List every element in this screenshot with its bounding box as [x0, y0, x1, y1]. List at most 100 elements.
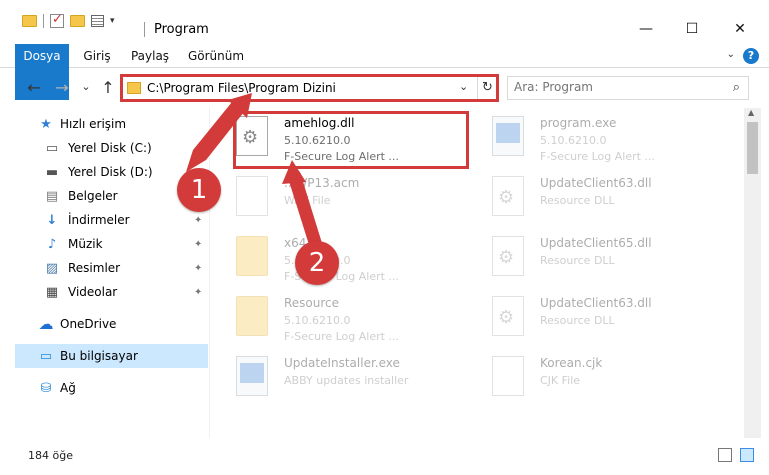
tab-view[interactable]: Görünüm — [186, 44, 246, 68]
star-icon: ★ — [40, 116, 52, 132]
back-button[interactable]: ← — [24, 78, 44, 97]
folder-item[interactable]: Resource 5.10.6210.0 F-Secure Log Alert … — [212, 292, 452, 348]
expand-ribbon-icon[interactable]: ⌄ — [727, 49, 735, 60]
sidebar-item-network[interactable]: ⛁ Ağ — [0, 376, 208, 400]
properties-check-icon[interactable] — [50, 12, 64, 28]
file-item[interactable]: ...WP13.acm WAV File — [212, 172, 452, 228]
file-name: Resource — [284, 296, 340, 310]
sidebar-item-label: Hızlı erişim — [60, 117, 127, 131]
file-highlight — [233, 111, 469, 169]
scroll-up-icon[interactable]: ▲ — [748, 108, 754, 117]
pin-icon[interactable]: ✦ — [194, 143, 202, 154]
navigation-pane: ★ Hızlı erişim ▭ Yerel Disk (C:) ✦ ▬ Yer… — [0, 108, 210, 438]
folder-icon — [22, 15, 37, 27]
file-name: ...WP13.acm — [284, 176, 360, 190]
file-item[interactable]: program.exe 5.10.6210.0 F-Secure Log Ale… — [468, 112, 708, 168]
videos-icon: ▦ — [45, 284, 59, 300]
search-icon[interactable]: ⌕ — [733, 80, 740, 95]
search-input[interactable] — [514, 80, 714, 94]
sidebar-item-label: OneDrive — [60, 317, 117, 331]
file-version: 5.10.6210.0 — [284, 314, 351, 327]
search-box[interactable]: ⌕ — [507, 76, 749, 100]
sidebar-item-label: Yerel Disk (C:) — [68, 141, 152, 155]
sidebar-item-label: Videolar — [68, 285, 118, 299]
sidebar-item-label: Ağ — [60, 381, 76, 395]
maximize-button[interactable]: ☐ — [669, 14, 715, 44]
title-bar: ▾ Program — ☐ ✕ — [0, 0, 769, 44]
file-item[interactable]: Korean.cjk CJK File — [468, 352, 708, 408]
dll-file-icon — [492, 296, 524, 336]
drive-icon: ▭ — [45, 140, 59, 156]
up-button[interactable]: ↑ — [98, 78, 118, 97]
file-name: UpdateClient63.dll — [540, 296, 652, 310]
pane-divider[interactable] — [209, 108, 210, 438]
network-icon: ⛁ — [40, 380, 52, 396]
sidebar-item-local-disk-d[interactable]: ▬ Yerel Disk (D:) — [0, 160, 208, 184]
pin-icon[interactable]: ✦ — [194, 239, 202, 250]
pin-icon[interactable]: ✦ — [194, 287, 202, 298]
close-button[interactable]: ✕ — [717, 14, 763, 44]
file-item[interactable]: UpdateInstaller.exe ABBY updates install… — [212, 352, 452, 408]
tab-home[interactable]: Giriş — [78, 44, 116, 68]
pin-icon[interactable]: ✦ — [194, 215, 202, 226]
computer-icon: ▭ — [39, 348, 53, 364]
generic-file-icon — [492, 356, 524, 396]
separator — [144, 22, 145, 37]
sidebar-item-music[interactable]: ♪ Müzik ✦ — [0, 232, 208, 256]
ribbon-tabs: Dosya Giriş Paylaş Görünüm ⌄ ? — [0, 44, 769, 100]
generic-file-icon — [236, 176, 268, 216]
exe-file-icon — [492, 116, 524, 156]
sidebar-item-local-disk-c[interactable]: ▭ Yerel Disk (C:) ✦ — [0, 136, 208, 160]
file-item[interactable]: UpdateClient63.dll Resource DLL — [468, 172, 708, 228]
quick-access-toolbar: ▾ — [22, 12, 115, 28]
exe-file-icon — [236, 356, 268, 396]
recent-locations-button[interactable]: ⌄ — [76, 80, 96, 93]
file-description: F-Secure Log Alert ... — [284, 330, 399, 343]
file-type: Resource DLL — [540, 254, 615, 267]
pin-icon[interactable]: ✦ — [194, 263, 202, 274]
music-icon: ♪ — [47, 236, 57, 252]
sidebar-item-label: Resimler — [68, 261, 121, 275]
tiles-view-icon[interactable] — [740, 448, 754, 462]
step-badge-2: 2 — [295, 241, 339, 285]
file-version: 5.10.6210.0 — [540, 134, 607, 147]
address-bar-highlight — [120, 74, 499, 102]
forward-button[interactable]: → — [52, 78, 72, 97]
cloud-icon: ☁ — [38, 315, 54, 333]
file-item[interactable]: UpdateClient65.dll Resource DLL — [468, 232, 708, 288]
details-view-icon[interactable] — [718, 448, 732, 462]
pictures-icon: ▨ — [45, 260, 59, 276]
sidebar-item-pictures[interactable]: ▨ Resimler ✦ — [0, 256, 208, 280]
scrollbar-thumb[interactable] — [747, 122, 758, 174]
sidebar-item-onedrive[interactable]: ☁ OneDrive — [0, 312, 208, 336]
sidebar-item-label: Bu bilgisayar — [60, 349, 138, 363]
vertical-scrollbar[interactable]: ▲ — [744, 108, 761, 438]
sidebar-item-label: Yerel Disk (D:) — [68, 165, 153, 179]
minimize-button[interactable]: — — [623, 14, 669, 44]
sidebar-item-quick-access[interactable]: ★ Hızlı erişim — [0, 112, 208, 136]
sidebar-item-this-pc[interactable]: ▭ Bu bilgisayar — [15, 344, 208, 368]
sidebar-item-videos[interactable]: ▦ Videolar ✦ — [0, 280, 208, 304]
separator — [43, 14, 44, 28]
downloads-icon: ↓ — [46, 212, 58, 228]
folder-icon — [236, 236, 268, 276]
status-bar: 184 öğe — [0, 438, 769, 475]
documents-icon: ▤ — [45, 188, 59, 204]
file-name: UpdateClient65.dll — [540, 236, 652, 250]
folder-icon — [236, 296, 268, 336]
properties-icon[interactable] — [91, 15, 104, 27]
customize-toolbar-dropdown-icon[interactable]: ▾ — [110, 16, 115, 26]
item-count: 184 öğe — [28, 449, 73, 462]
sidebar-item-label: Belgeler — [68, 189, 118, 203]
sidebar-item-label: Müzik — [68, 237, 103, 251]
sidebar-item-downloads[interactable]: ↓ İndirmeler ✦ — [0, 208, 208, 232]
tab-share[interactable]: Paylaş — [128, 44, 172, 68]
file-type: CJK File — [540, 374, 581, 387]
dll-file-icon — [492, 236, 524, 276]
help-icon[interactable]: ? — [743, 48, 759, 64]
file-item[interactable]: UpdateClient63.dll Resource DLL — [468, 292, 708, 348]
new-folder-icon[interactable] — [70, 15, 85, 27]
file-name: Korean.cjk — [540, 356, 603, 370]
file-name: UpdateInstaller.exe — [284, 356, 400, 370]
file-description: ABBY updates installer — [284, 374, 409, 387]
